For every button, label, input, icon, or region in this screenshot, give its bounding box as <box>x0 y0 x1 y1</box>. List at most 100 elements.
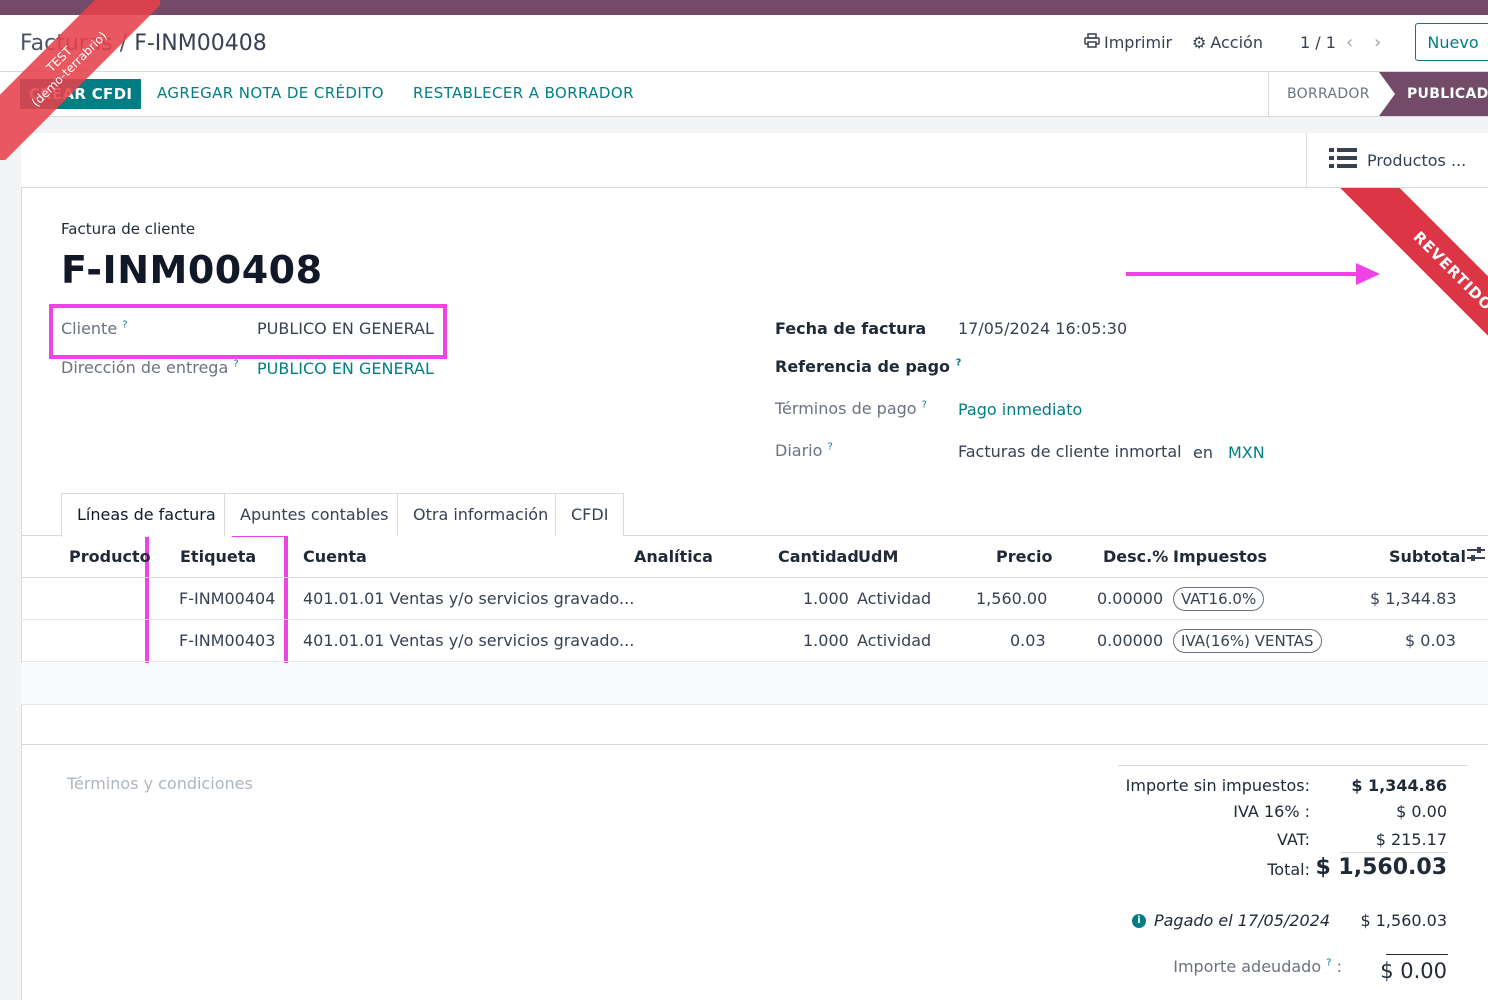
terms-conditions-field[interactable]: Términos y condiciones <box>67 774 253 793</box>
amount-due-label: Importe adeudado ? : <box>1173 957 1342 976</box>
row-uom: Actividad <box>857 589 932 608</box>
print-label: Imprimir <box>1104 33 1173 52</box>
sheet-left-margin <box>0 117 21 1000</box>
row-label: F-INM00404 <box>179 589 276 608</box>
row-label: F-INM00403 <box>179 631 276 650</box>
info-icon[interactable]: i <box>1131 913 1146 928</box>
print-button[interactable]: Imprimir <box>1084 33 1172 52</box>
totals-divider <box>1118 765 1468 766</box>
vat-label: VAT: <box>1276 830 1310 849</box>
action-label: Acción <box>1210 33 1263 52</box>
payment-terms-label: Términos de pago ? <box>775 399 927 418</box>
total-label: Total: <box>1267 860 1310 879</box>
button-box: Productos ... <box>21 133 1488 188</box>
table-row[interactable]: F-INM00403 401.01.01 Ventas y/o servicio… <box>21 620 1488 662</box>
col-quantity[interactable]: Cantidad <box>778 547 859 566</box>
sheet-background <box>0 117 1488 133</box>
row-account: 401.01.01 Ventas y/o servicios gravado..… <box>303 589 635 608</box>
tax-tag: IVA(16%) VENTAS <box>1173 629 1322 653</box>
chevron-right-icon[interactable]: › <box>1374 32 1381 53</box>
status-posted[interactable]: PUBLICADO <box>1379 72 1488 116</box>
untaxed-label: Importe sin impuestos: <box>1125 776 1310 795</box>
control-panel: Facturas / F-INM00408 Imprimir ⚙ Acción … <box>0 15 1488 72</box>
printer-icon <box>1084 33 1100 52</box>
row-account: 401.01.01 Ventas y/o servicios gravado..… <box>303 631 635 650</box>
untaxed-value: $ 1,344.86 <box>1351 776 1447 795</box>
tab-journal-items[interactable]: Apuntes contables <box>224 493 405 536</box>
column-settings-icon[interactable] <box>1467 546 1485 566</box>
table-row[interactable]: F-INM00404 401.01.01 Ventas y/o servicio… <box>21 578 1488 620</box>
document-type: Factura de cliente <box>61 220 196 238</box>
journal-label: Diario ? <box>775 441 833 460</box>
annotation-arrow <box>1126 263 1380 285</box>
payment-reference-label: Referencia de pago ? <box>775 357 962 376</box>
invoice-date-value[interactable]: 17/05/2024 16:05:30 <box>958 319 1127 338</box>
delivery-address-value[interactable]: PUBLICO EN GENERAL <box>257 359 434 378</box>
new-button[interactable]: Nuevo <box>1415 23 1488 61</box>
col-price[interactable]: Precio <box>996 547 1052 566</box>
col-taxes[interactable]: Impuestos <box>1173 547 1267 566</box>
help-icon[interactable]: ? <box>1326 958 1331 969</box>
document-name: F-INM00408 <box>61 248 323 292</box>
help-icon[interactable]: ? <box>956 358 962 369</box>
payment-line[interactable]: i Pagado el 17/05/2024 <box>1131 911 1330 930</box>
table-footer-divider <box>21 744 1488 745</box>
col-label[interactable]: Etiqueta <box>180 547 256 566</box>
paid-label: Pagado el 17/05/2024 <box>1153 911 1330 930</box>
help-icon[interactable]: ? <box>827 442 832 453</box>
total-divider <box>1340 852 1448 853</box>
top-navbar <box>0 0 1488 15</box>
row-quantity: 1.000 <box>803 589 849 608</box>
col-analytic[interactable]: Analítica <box>634 547 713 566</box>
col-product[interactable]: Producto <box>69 547 151 566</box>
invoice-date-label: Fecha de factura <box>775 319 927 338</box>
customer-highlight-box <box>49 304 447 359</box>
tab-cfdi[interactable]: CFDI <box>555 493 625 536</box>
test-banner-container: TEST (demo-terrabrio) <box>0 0 160 160</box>
total-value: $ 1,560.03 <box>1315 855 1447 880</box>
test-banner-db: (demo-terrabrio) <box>28 28 110 110</box>
test-environment-banner: TEST (demo-terrabrio) <box>0 0 160 160</box>
col-account[interactable]: Cuenta <box>303 547 367 566</box>
row-discount: 0.00000 <box>1097 589 1164 608</box>
help-icon[interactable]: ? <box>922 400 927 411</box>
tab-invoice-lines[interactable]: Líneas de factura <box>61 493 232 537</box>
iva-value: $ 0.00 <box>1396 802 1447 821</box>
row-price: 0.03 <box>1010 631 1046 650</box>
row-quantity: 1.000 <box>803 631 849 650</box>
tax-tag: VAT16.0% <box>1173 587 1265 611</box>
row-uom: Actividad <box>857 631 932 650</box>
row-discount: 0.00000 <box>1097 631 1164 650</box>
payment-terms-value[interactable]: Pago inmediato <box>958 400 1082 419</box>
status-bar: BORRADOR PUBLICADO <box>1268 72 1488 116</box>
delivery-address-label: Dirección de entrega ? <box>61 358 239 377</box>
row-subtotal: $ 0.03 <box>1405 631 1456 650</box>
pager-value[interactable]: 1 / 1 <box>1300 33 1336 52</box>
journal-in-text: en <box>1193 443 1213 462</box>
journal-value[interactable]: Facturas de cliente inmortal <box>958 442 1182 461</box>
reset-to-draft-button[interactable]: RESTABLECER A BORRADOR <box>413 84 634 102</box>
empty-row <box>21 663 1488 705</box>
status-draft[interactable]: BORRADOR <box>1287 86 1370 102</box>
action-button[interactable]: ⚙ Acción <box>1192 33 1263 52</box>
vat-value: $ 215.17 <box>1375 830 1447 849</box>
row-price: 1,560.00 <box>976 589 1048 608</box>
test-banner-title: TEST <box>43 43 75 75</box>
notebook-tabs: Líneas de factura Apuntes contables Otra… <box>21 493 1488 537</box>
products-smart-button[interactable]: Productos ... <box>1306 133 1488 187</box>
col-uom[interactable]: UdM <box>858 547 898 566</box>
help-icon[interactable]: ? <box>233 359 238 370</box>
products-label: Productos ... <box>1367 150 1467 170</box>
list-icon <box>1329 147 1357 173</box>
currency-value[interactable]: MXN <box>1228 443 1265 462</box>
action-bar: CREAR CFDI AGREGAR NOTA DE CRÉDITO RESTA… <box>0 72 1488 117</box>
tab-other-info[interactable]: Otra información <box>397 493 565 536</box>
gear-icon: ⚙ <box>1192 33 1207 52</box>
col-discount[interactable]: Desc.% <box>1103 547 1168 566</box>
col-subtotal[interactable]: Subtotal <box>1389 547 1466 566</box>
chevron-left-icon[interactable]: ‹ <box>1346 32 1353 53</box>
amount-due-value: $ 0.00 <box>1380 959 1447 983</box>
add-credit-note-button[interactable]: AGREGAR NOTA DE CRÉDITO <box>157 84 384 102</box>
iva-label: IVA 16% : <box>1233 802 1310 821</box>
paid-value: $ 1,560.03 <box>1360 911 1447 930</box>
